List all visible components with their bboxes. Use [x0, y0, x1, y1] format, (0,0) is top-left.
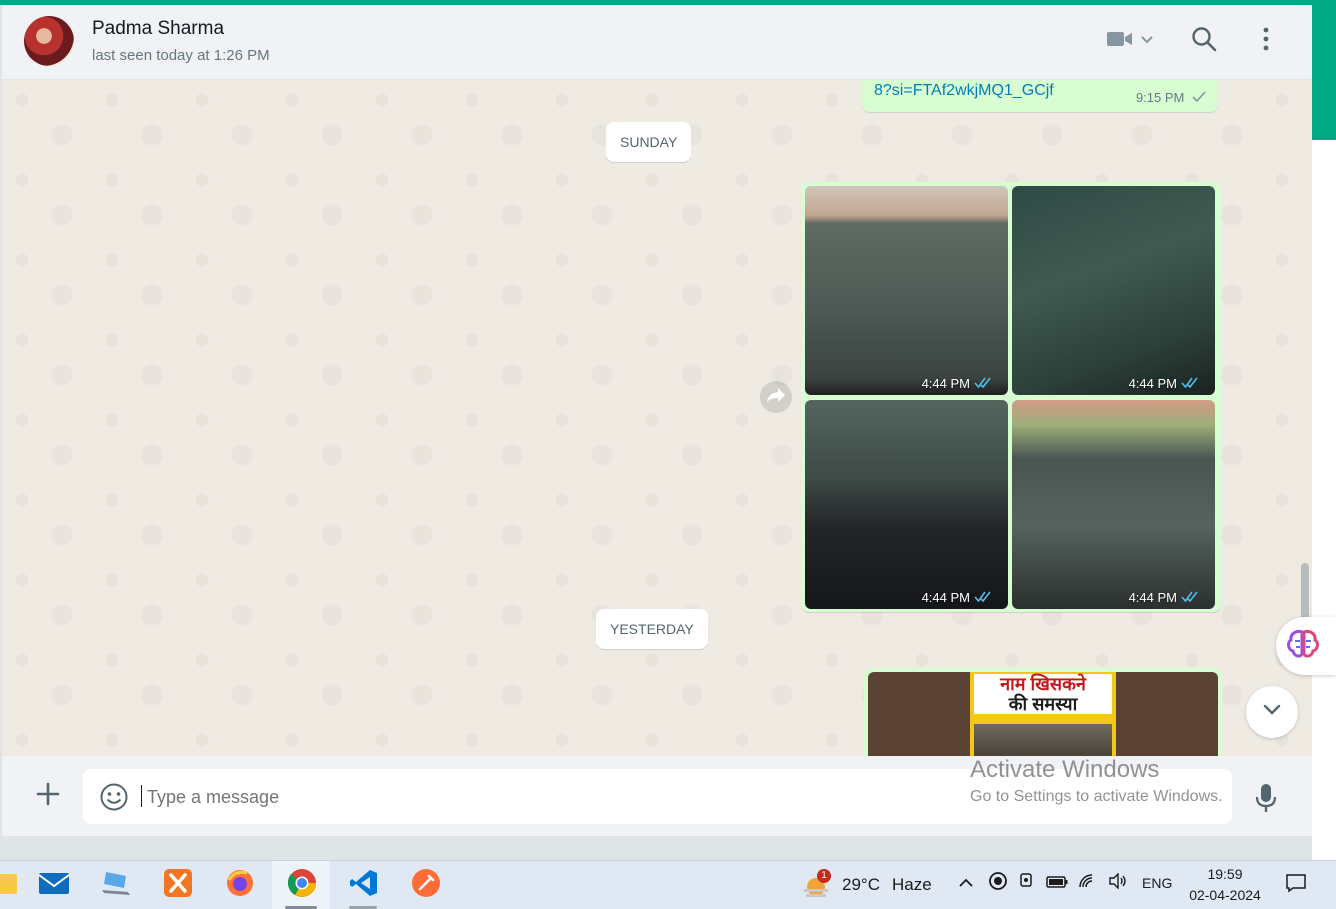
photo-thumbnail[interactable]: 4:44 PM	[1012, 400, 1215, 609]
taskbar-vscode[interactable]	[346, 867, 382, 903]
photo-thumbnail[interactable]: 4:44 PM	[1012, 186, 1215, 395]
date-divider-sunday: SUNDAY	[606, 122, 692, 162]
video-call-button[interactable]	[1102, 25, 1158, 57]
avatar[interactable]	[24, 16, 74, 66]
outgoing-image-message[interactable]: नाम खिसकने की समस्या	[864, 668, 1222, 756]
notification-center-button[interactable]	[1278, 867, 1314, 903]
forward-icon	[766, 387, 786, 408]
contact-name[interactable]: Padma Sharma	[92, 18, 224, 40]
poster-image: नाम खिसकने की समस्या	[970, 672, 1116, 756]
show-hidden-icons[interactable]	[958, 875, 978, 891]
photo-meta: 4:44 PM	[1129, 376, 1199, 391]
read-tick-icon	[1181, 590, 1199, 605]
clock-time: 19:59	[1207, 866, 1243, 882]
photo-thumbnail[interactable]: 4:44 PM	[805, 400, 1008, 609]
firefox-icon	[225, 868, 255, 903]
record-icon[interactable]	[988, 871, 1018, 894]
last-seen-status: last seen today at 1:26 PM	[92, 47, 270, 64]
emoji-icon	[99, 783, 129, 816]
weather-badge: 1	[817, 869, 831, 883]
image-thumbnail[interactable]: नाम खिसकने की समस्या	[868, 672, 1218, 756]
search-button[interactable]	[1188, 25, 1220, 57]
taskbar-postman[interactable]	[408, 867, 444, 903]
poster-text: नाम खिसकने की समस्या	[974, 674, 1112, 714]
chat-header: Padma Sharma last seen today at 1:26 PM	[2, 5, 1312, 80]
postman-icon	[411, 868, 441, 903]
whatsapp-window: Padma Sharma last seen today at 1:26 PM …	[2, 5, 1312, 836]
message-input-box[interactable]	[83, 769, 1232, 826]
photo-meta: 4:44 PM	[922, 590, 992, 605]
single-tick-icon	[1192, 90, 1206, 105]
computer-icon	[100, 868, 132, 903]
battery-icon[interactable]	[1046, 875, 1078, 891]
taskbar-xampp[interactable]	[160, 867, 196, 903]
outgoing-link-message[interactable]: 8?si=FTAf2wkjMQ1_GCjf 9:15 PM	[862, 80, 1218, 112]
search-icon	[1191, 26, 1217, 57]
window-edge-lower	[1312, 140, 1336, 860]
composer-bar	[2, 756, 1312, 836]
read-tick-icon	[974, 376, 992, 391]
camera-icon[interactable]	[1018, 872, 1046, 893]
photo-thumbnail[interactable]: 4:44 PM	[805, 186, 1008, 395]
mail-icon	[38, 870, 70, 901]
taskbar-firefox[interactable]	[222, 867, 258, 903]
chevron-down-icon	[1140, 32, 1154, 50]
chrome-icon	[286, 867, 318, 904]
text-caret	[141, 785, 142, 807]
taskbar-mail[interactable]	[36, 867, 72, 903]
vscode-icon	[349, 868, 379, 903]
message-link[interactable]: 8?si=FTAf2wkjMQ1_GCjf	[874, 82, 1054, 100]
system-tray: ENG	[958, 871, 1172, 894]
xampp-icon	[163, 868, 193, 903]
menu-button[interactable]	[1252, 25, 1280, 57]
message-list[interactable]: 8?si=FTAf2wkjMQ1_GCjf 9:15 PM SUNDAY 4:4…	[2, 80, 1312, 756]
forward-button[interactable]	[760, 381, 792, 413]
taskbar-clock[interactable]: 19:59 02-04-2024	[1180, 864, 1270, 906]
window-edge	[1312, 5, 1336, 140]
voice-message-button[interactable]	[1254, 782, 1278, 814]
attach-button[interactable]	[32, 780, 64, 812]
read-tick-icon	[1181, 376, 1199, 391]
scrollbar-thumb[interactable]	[1301, 563, 1309, 623]
read-tick-icon	[974, 590, 992, 605]
menu-icon	[1263, 27, 1269, 56]
video-call-icon	[1106, 29, 1134, 54]
input-language[interactable]: ENG	[1142, 875, 1172, 891]
message-time: 9:15 PM	[1135, 90, 1185, 105]
taskbar-chrome[interactable]	[284, 867, 320, 903]
weather-desc: Haze	[891, 875, 932, 894]
extension-side-button[interactable]	[1276, 617, 1336, 675]
poster-photo	[974, 724, 1112, 756]
volume-icon[interactable]	[1108, 872, 1138, 892]
folder-icon	[0, 870, 19, 901]
windows-taskbar: 1 29°C Haze ENG 19:59 02-04-2024	[0, 860, 1336, 909]
photo-meta: 4:44 PM	[922, 376, 992, 391]
weather-temp: 29°C	[842, 875, 880, 894]
emoji-button[interactable]	[99, 782, 129, 812]
notification-icon	[1285, 873, 1307, 898]
message-input[interactable]	[145, 769, 949, 826]
photo-meta: 4:44 PM	[1129, 590, 1199, 605]
message-meta: 9:15 PM	[1136, 90, 1206, 105]
clock-date: 02-04-2024	[1189, 887, 1261, 903]
date-divider-yesterday: YESTERDAY	[596, 609, 708, 649]
mic-icon	[1254, 784, 1278, 818]
outgoing-photo-album: 4:44 PM 4:44 PM 4:44 PM 4:44 PM	[801, 182, 1221, 612]
weather-icon: 1	[800, 869, 832, 899]
plus-icon	[36, 782, 60, 811]
weather-widget[interactable]: 1 29°C Haze	[800, 869, 932, 899]
taskbar-this-pc[interactable]	[98, 867, 134, 903]
wifi-icon[interactable]	[1078, 873, 1108, 892]
chevron-down-icon	[1262, 703, 1282, 721]
taskbar-explorer[interactable]	[0, 867, 22, 903]
brain-icon	[1286, 629, 1320, 664]
scroll-to-bottom-button[interactable]	[1246, 686, 1298, 738]
